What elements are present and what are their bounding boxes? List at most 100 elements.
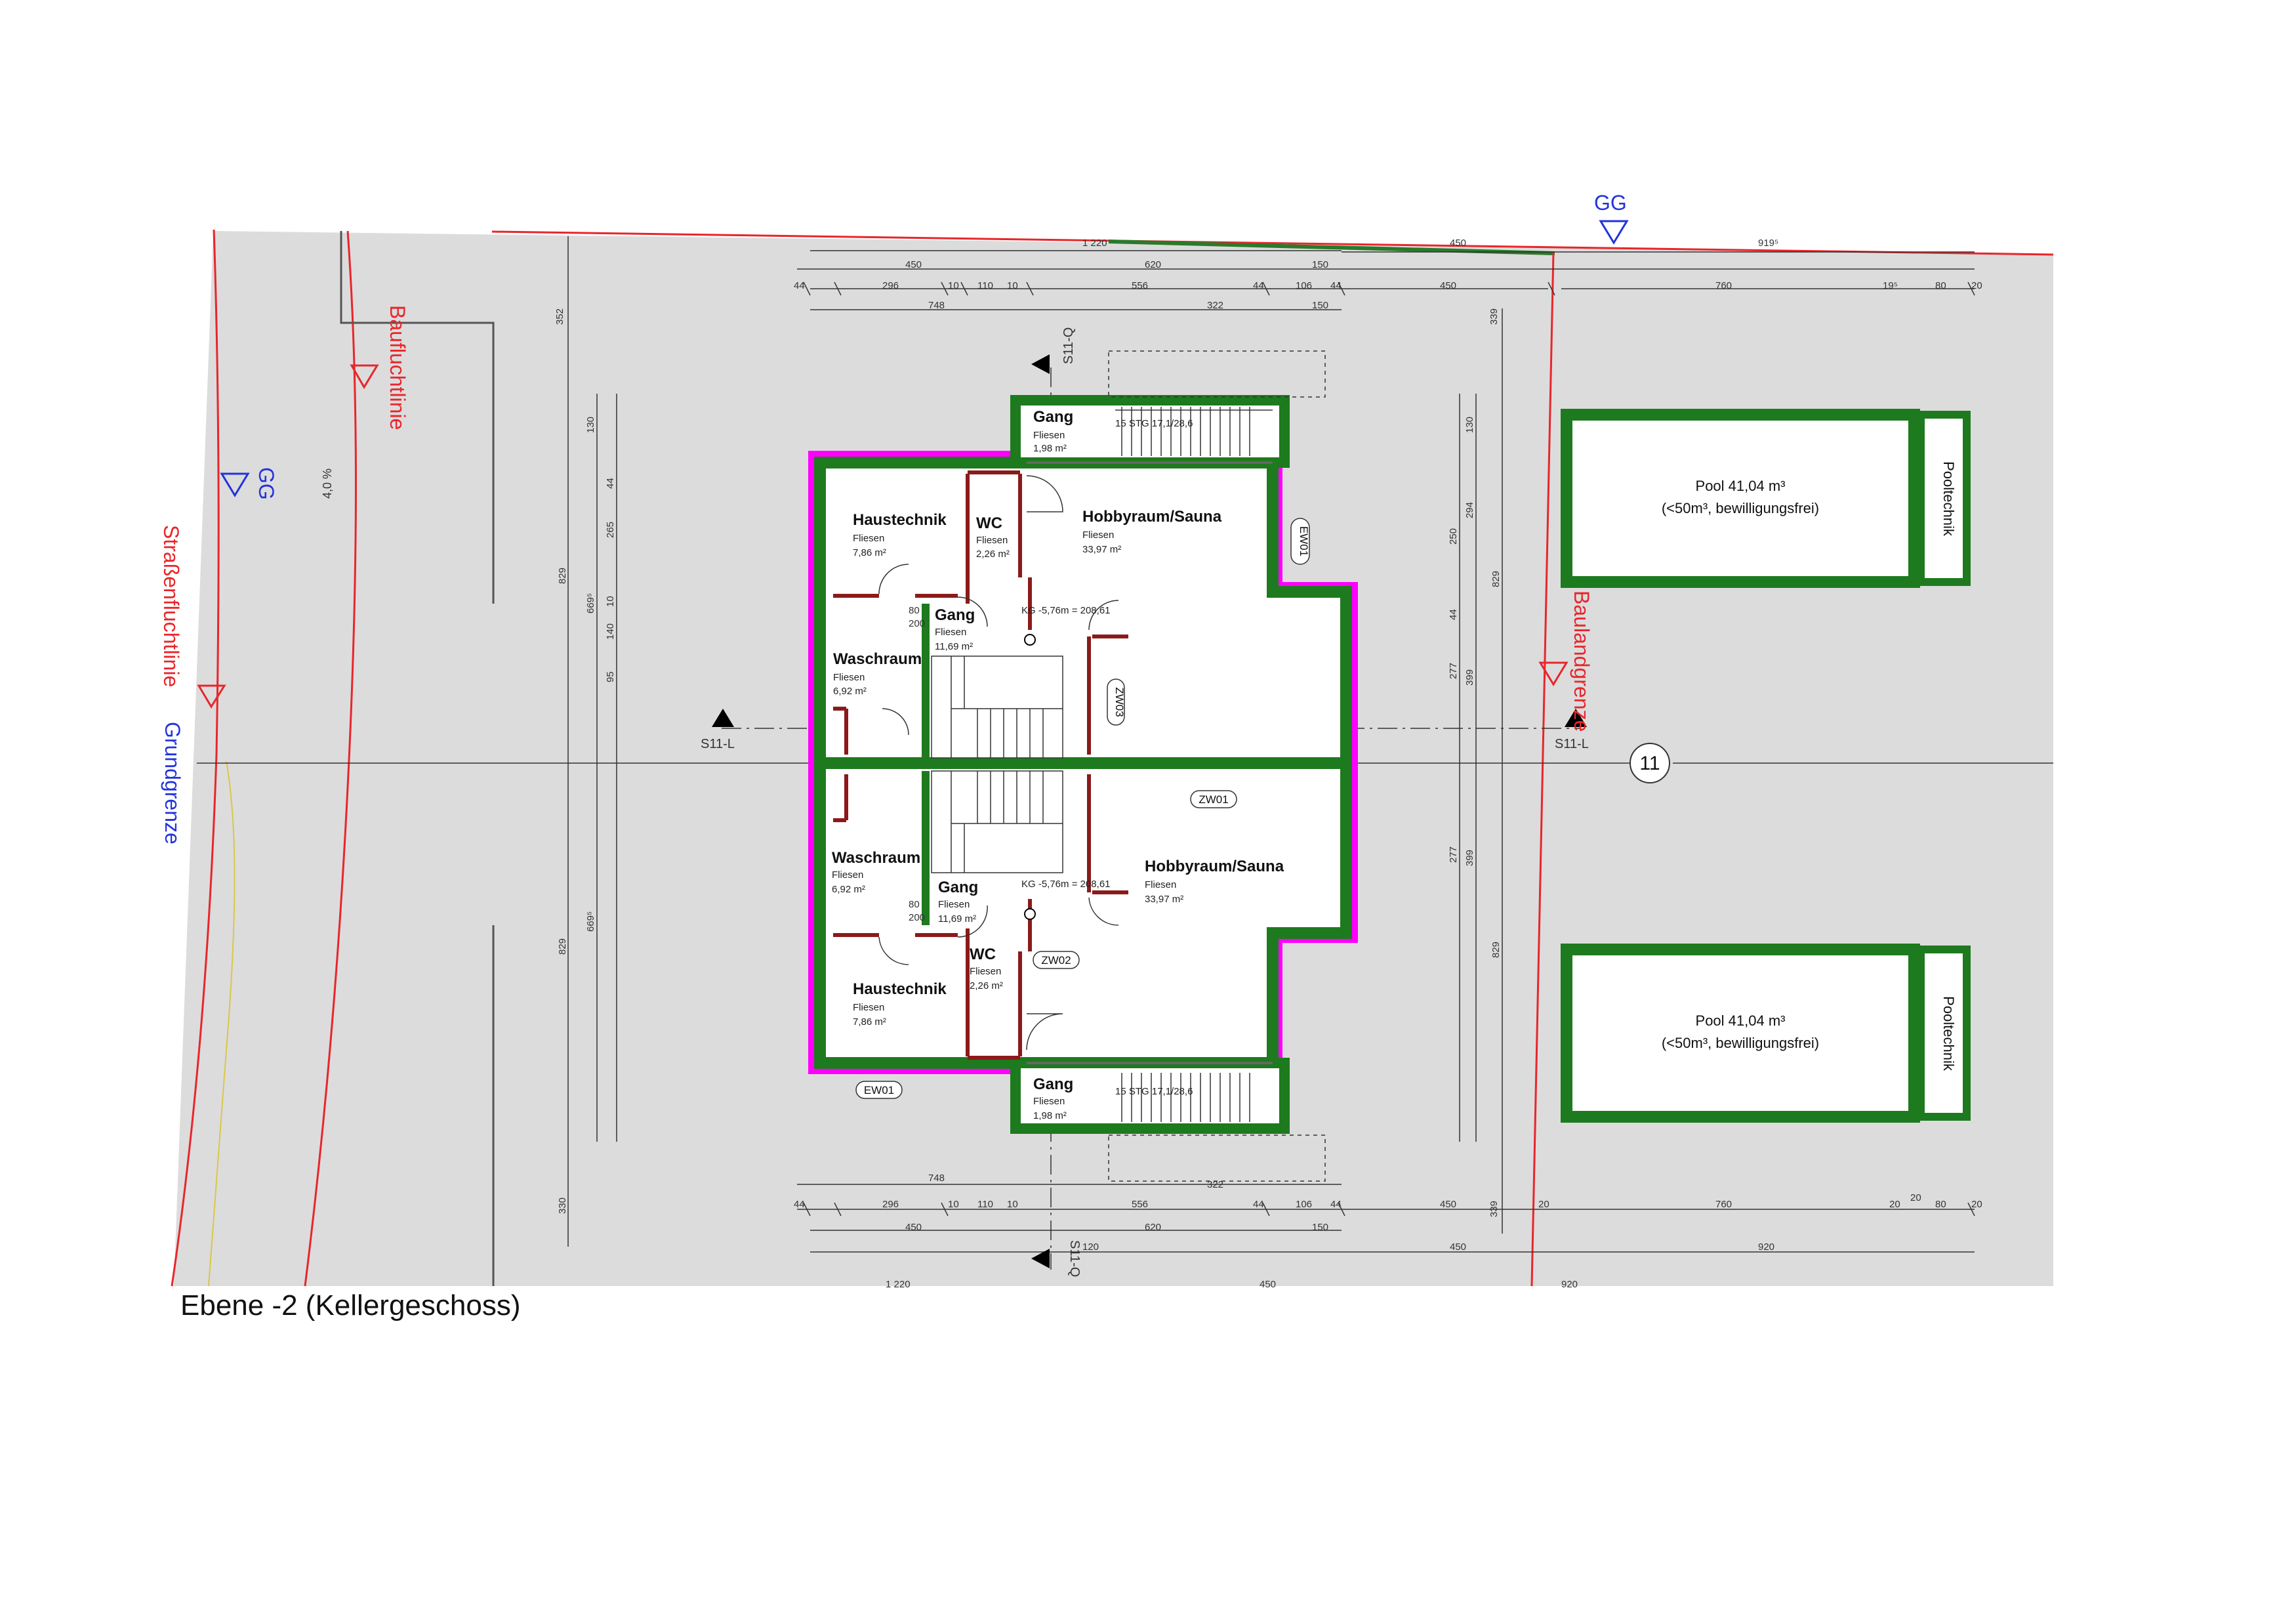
svg-text:ZW03: ZW03 — [1113, 687, 1126, 717]
kg-level-bottom: KG -5,76m = 208,61 — [1021, 879, 1111, 890]
dim-top3-10: 10 — [948, 280, 959, 291]
dim-top3-44: 44 — [794, 280, 805, 291]
svg-text:EW01: EW01 — [864, 1084, 894, 1096]
stair-top-label: 15 STG 17,1/28,6 — [1115, 418, 1193, 429]
room-gang-stair-top-name: Gang — [1033, 408, 1073, 426]
dim-bot2-80: 80 — [1935, 1199, 1946, 1210]
baulandgrenze-label: Baulandgrenze — [1570, 591, 1593, 732]
dim-right-829: 829 — [1490, 571, 1502, 587]
dim-top4-322: 322 — [1207, 300, 1223, 311]
pooltechnik-bottom-label: Pooltechnik — [1940, 996, 1957, 1072]
door-size-h-2: 200 — [909, 912, 925, 923]
room-waschraum-bottom-floor: Fliesen — [832, 869, 863, 881]
room-waschraum-bottom-name: Waschraum — [832, 849, 920, 867]
dim-bot2-20b: 20 — [1889, 1199, 1900, 1210]
room-gang-top-floor: Fliesen — [935, 627, 966, 638]
dim-bot2-450: 450 — [1440, 1199, 1456, 1210]
dim-bot3-450: 450 — [905, 1222, 922, 1233]
svg-text:ZW01: ZW01 — [1199, 793, 1228, 806]
room-haustechnik-bottom-area: 7,86 m² — [853, 1016, 886, 1028]
dim-bot4-920: 920 — [1758, 1241, 1774, 1253]
dim-bot2-44: 44 — [794, 1199, 805, 1210]
dim-top2-620: 620 — [1145, 259, 1161, 270]
gg-top-label: GG — [1594, 191, 1627, 215]
room-gang-stair-top-floor: Fliesen — [1033, 430, 1065, 441]
pool-top-note: (<50m³, bewilligungsfrei) — [1662, 500, 1819, 516]
room-gang-top-name: Gang — [935, 606, 975, 624]
dim-right-44: 44 — [1448, 609, 1459, 620]
dim-top3-296: 296 — [882, 280, 899, 291]
room-hobby-bottom-area: 33,97 m² — [1145, 894, 1183, 905]
room-waschraum-top-name: Waschraum — [833, 650, 922, 668]
drawing-title: Ebene -2 (Kellergeschoss) — [180, 1289, 521, 1322]
room-gang-bottom-area: 11,69 m² — [938, 913, 976, 925]
dim-bot1-20: 20 — [1910, 1192, 1921, 1203]
dim-top3-20: 20 — [1971, 280, 1982, 291]
floor-plan: Pool 41,04 m³ (<50m³, bewilligungsfrei) … — [159, 191, 2054, 1290]
section-label-left: S11-L — [701, 737, 735, 751]
dim-top2-450: 450 — [905, 259, 922, 270]
room-hobby-top-area: 33,97 m² — [1082, 544, 1121, 555]
wall-tag-ew01-top: EW01 — [1290, 518, 1310, 565]
dim-top3-44b: 44 — [1253, 280, 1264, 291]
dim-bot3-620: 620 — [1145, 1222, 1161, 1233]
dim-left-10: 10 — [605, 596, 616, 607]
dim-bot4-450: 450 — [1450, 1241, 1466, 1253]
dim-top3-106: 106 — [1296, 280, 1312, 291]
pool-bottom-label: Pool 41,04 m³ — [1696, 1012, 1786, 1029]
dim-bot2-20: 20 — [1538, 1199, 1549, 1210]
gg-left-label: GG — [255, 467, 278, 500]
room-gang-bottom-floor: Fliesen — [938, 899, 970, 910]
dim-top3-556: 556 — [1132, 280, 1148, 291]
dim-bot2-10b: 10 — [1007, 1199, 1018, 1210]
dim-bot1-748: 748 — [928, 1173, 945, 1184]
dim-right-130: 130 — [1464, 417, 1475, 433]
dim-bot1-322: 322 — [1207, 1179, 1223, 1190]
dim-left-829: 829 — [557, 568, 568, 584]
wall-tag-zw02: ZW02 — [1033, 951, 1080, 969]
room-haustechnik-top-area: 7,86 m² — [853, 547, 886, 558]
dim-left-265: 265 — [605, 522, 616, 538]
strassenfluchtlinie-label: Straßenfluchtlinie — [159, 525, 183, 687]
dim-top4-748: 748 — [928, 300, 945, 311]
room-hobby-top-name: Hobbyraum/Sauna — [1082, 508, 1222, 526]
dim-left-352: 352 — [554, 308, 565, 325]
dim-top3-19: 19⁵ — [1883, 280, 1898, 291]
inner-green-wall-bottom — [922, 771, 930, 925]
dim-top4-150: 150 — [1312, 300, 1328, 311]
room-haustechnik-top-floor: Fliesen — [853, 533, 884, 544]
room-gang-stair-bottom-name: Gang — [1033, 1075, 1073, 1093]
room-wc-bottom-name: WC — [970, 946, 996, 963]
kg-level-top: KG -5,76m = 208,61 — [1021, 605, 1111, 616]
section-label-top: S11-Q — [1061, 327, 1076, 364]
svg-text:EW01: EW01 — [1298, 526, 1310, 556]
pool-top — [1561, 409, 1920, 588]
room-waschraum-top-floor: Fliesen — [833, 672, 865, 683]
dim-top3-760: 760 — [1715, 280, 1732, 291]
level-marker-top — [1024, 634, 1036, 646]
door-size-w: 80 — [909, 605, 920, 616]
wall-tag-zw03: ZW03 — [1107, 678, 1126, 726]
room-gang-top-area: 11,69 m² — [935, 641, 973, 652]
dim-top1-450: 450 — [1450, 238, 1466, 249]
svg-text:ZW02: ZW02 — [1041, 954, 1071, 967]
dim-left-140: 140 — [605, 623, 616, 640]
dim-bot5-920: 920 — [1561, 1279, 1578, 1290]
dim-right-339b: 339 — [1488, 1201, 1500, 1217]
dim-bot5-1220: 1 220 — [886, 1279, 911, 1290]
dim-top1-1220: 1 220 — [1082, 238, 1107, 249]
dim-left-669b: 669⁵ — [585, 911, 596, 932]
dim-left-829b: 829 — [557, 938, 568, 955]
room-wc-top-floor: Fliesen — [976, 535, 1008, 546]
room-gang-stair-bottom-area: 1,98 m² — [1033, 1110, 1067, 1121]
room-haustechnik-bottom-floor: Fliesen — [853, 1002, 884, 1013]
dim-left-95: 95 — [605, 671, 616, 682]
dim-top1-919: 919⁵ — [1758, 238, 1778, 249]
level-marker-bottom — [1024, 908, 1036, 920]
room-wc-bottom-floor: Fliesen — [970, 966, 1001, 977]
dim-bot2-556: 556 — [1132, 1199, 1148, 1210]
dim-bot2-760: 760 — [1715, 1199, 1732, 1210]
dim-bot2-110: 110 — [977, 1199, 993, 1210]
slope-label: 4,0 % — [321, 468, 334, 499]
section-label-right: S11-L — [1555, 737, 1589, 751]
